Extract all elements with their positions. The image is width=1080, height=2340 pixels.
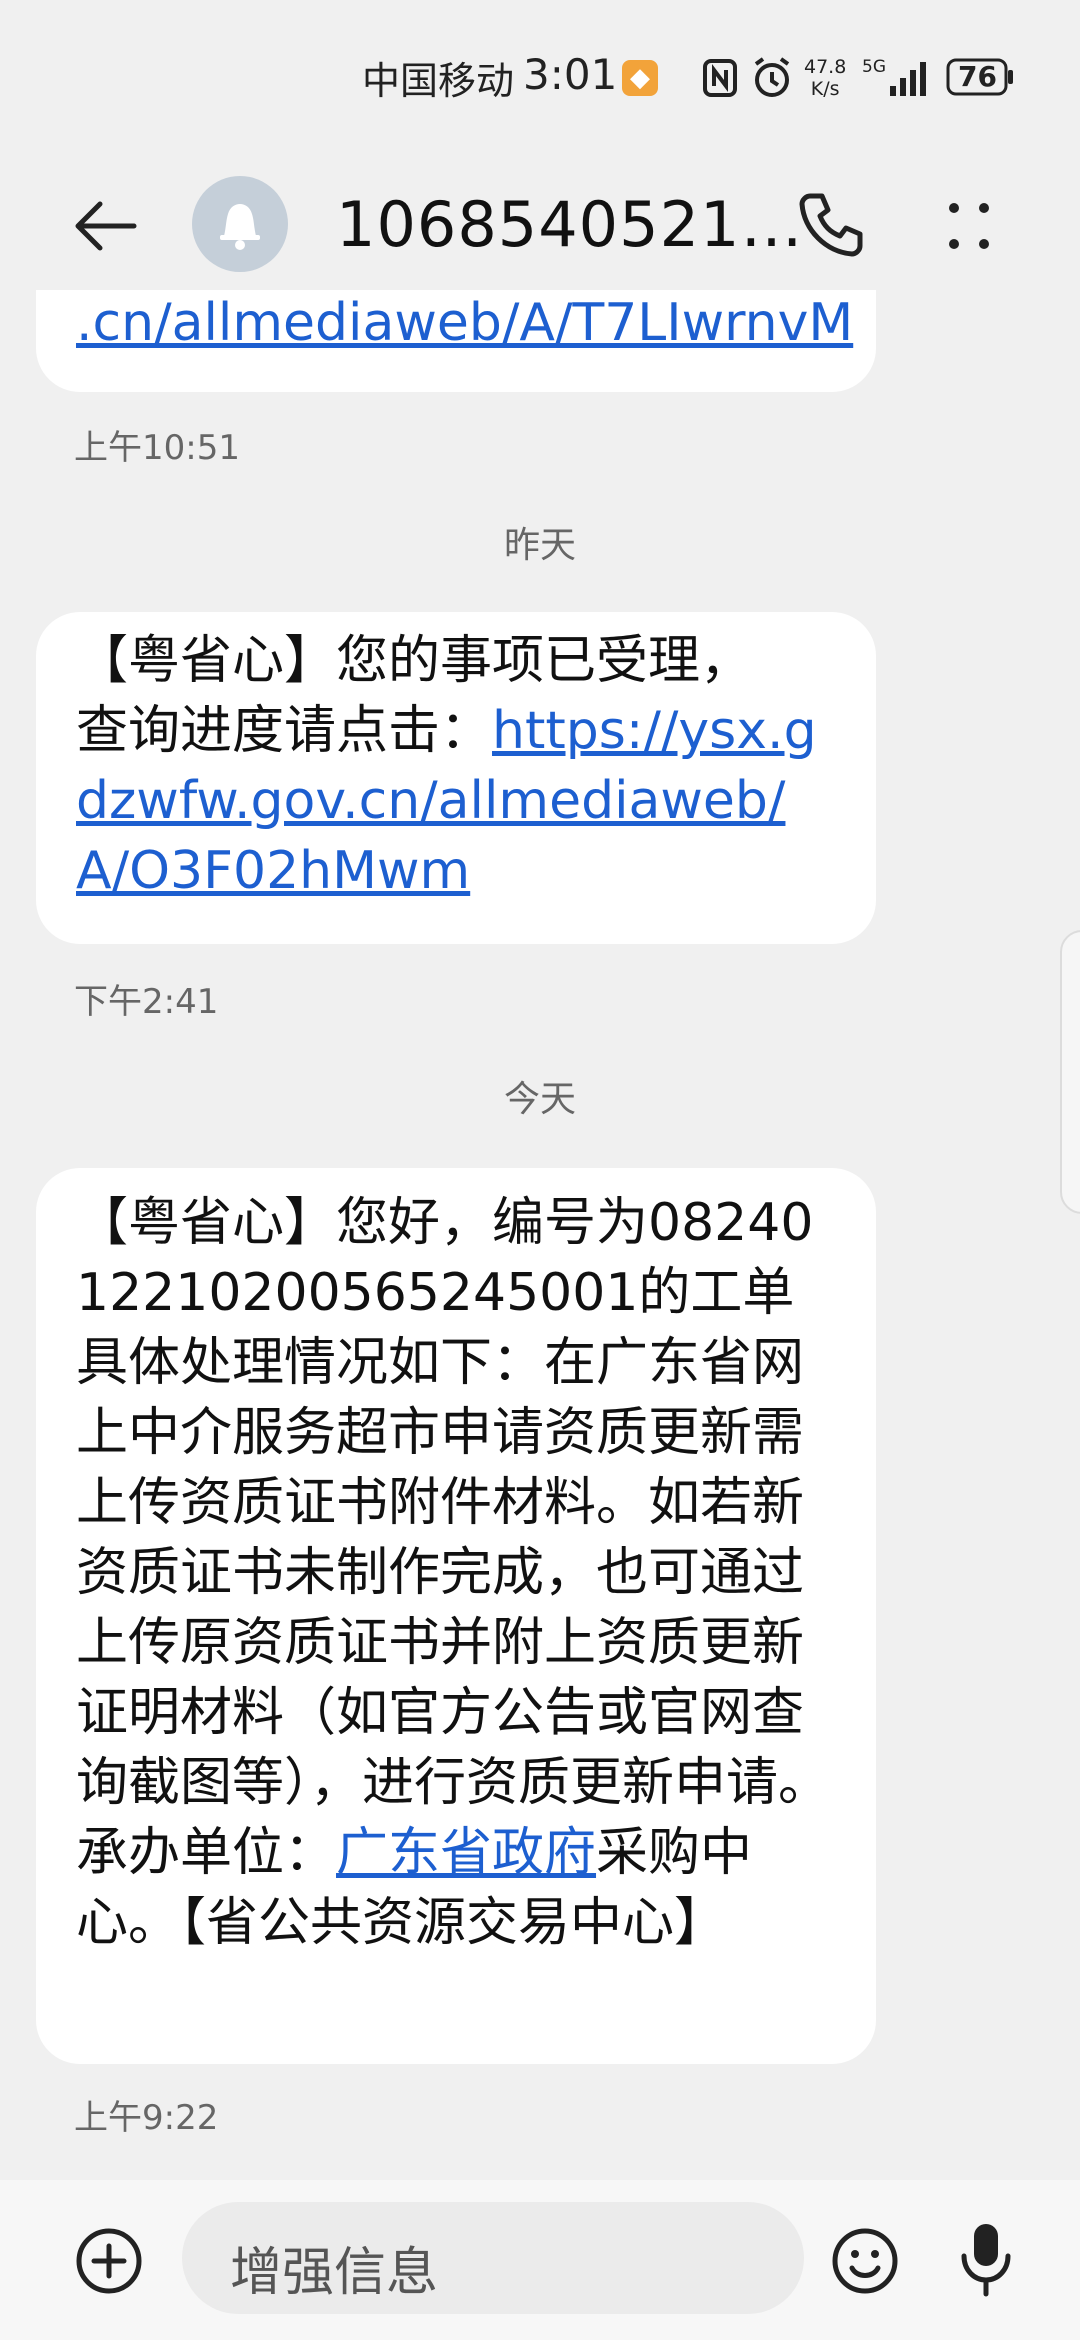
nfc-icon [703, 59, 737, 97]
carrier-label: 中国移动 [362, 59, 515, 103]
clock: 3:01 [523, 50, 618, 99]
message-text: 查询进度请点击： [76, 701, 493, 761]
message-bubble[interactable]: .cn/allmediaweb/A/T7LIwrnvM [36, 290, 876, 392]
status-bar: 中国移动 3:01 ◆ 47.8 K/s 5G 76 [0, 0, 1080, 150]
contact-name[interactable]: 1068540521… [336, 188, 803, 261]
day-separator: 昨天 [503, 525, 576, 566]
composer-bar: 增强信息 [0, 2180, 1080, 2340]
network-speed: 47.8 K/s [804, 56, 846, 100]
add-icon[interactable] [74, 2226, 144, 2296]
message-time: 上午10:51 [74, 428, 240, 468]
avatar[interactable] [192, 176, 288, 272]
back-arrow-icon[interactable] [70, 196, 140, 256]
message-text: 【粤省心】您好，编号为082401221020056524500​1的工单具体处… [76, 1193, 831, 1883]
message-time: 上午9:22 [74, 2098, 219, 2138]
battery-icon: 76 [946, 58, 1016, 96]
scroll-handle[interactable] [1060, 930, 1080, 1214]
app-notification-icon: ◆ [622, 60, 658, 96]
day-separator: 今天 [503, 1079, 576, 1120]
message-link[interactable]: 广东省政府 [336, 1823, 596, 1883]
network-type: 5G [862, 57, 886, 77]
bell-icon [220, 204, 260, 250]
microphone-icon[interactable] [958, 2220, 1014, 2300]
message-bubble[interactable]: 【粤省心】您好，编号为082401221020056524500​1的工单具体处… [36, 1168, 876, 2064]
battery-level: 76 [958, 60, 997, 93]
message-link[interactable]: .cn/allmediaweb/A/T7LIwrnvM [76, 288, 853, 358]
alarm-icon [754, 57, 790, 97]
message-text: 【粤省心】您的事项已受理， [76, 631, 753, 691]
more-icon[interactable] [944, 196, 994, 256]
message-bubble[interactable]: 【粤省心】您的事项已受理， 查询进度请点击：https://ysx.gdzwfw… [36, 612, 876, 944]
message-input[interactable]: 增强信息 [182, 2202, 804, 2314]
conversation-header: 1068540521… [0, 160, 1080, 290]
network-speed-unit: K/s [810, 78, 840, 100]
network-speed-value: 47.8 [804, 56, 847, 78]
signal-icon [890, 62, 926, 96]
phone-icon[interactable] [796, 188, 866, 258]
emoji-icon[interactable] [830, 2226, 900, 2296]
message-input-placeholder: 增强信息 [230, 2243, 439, 2303]
message-time: 下午2:41 [74, 982, 219, 1022]
